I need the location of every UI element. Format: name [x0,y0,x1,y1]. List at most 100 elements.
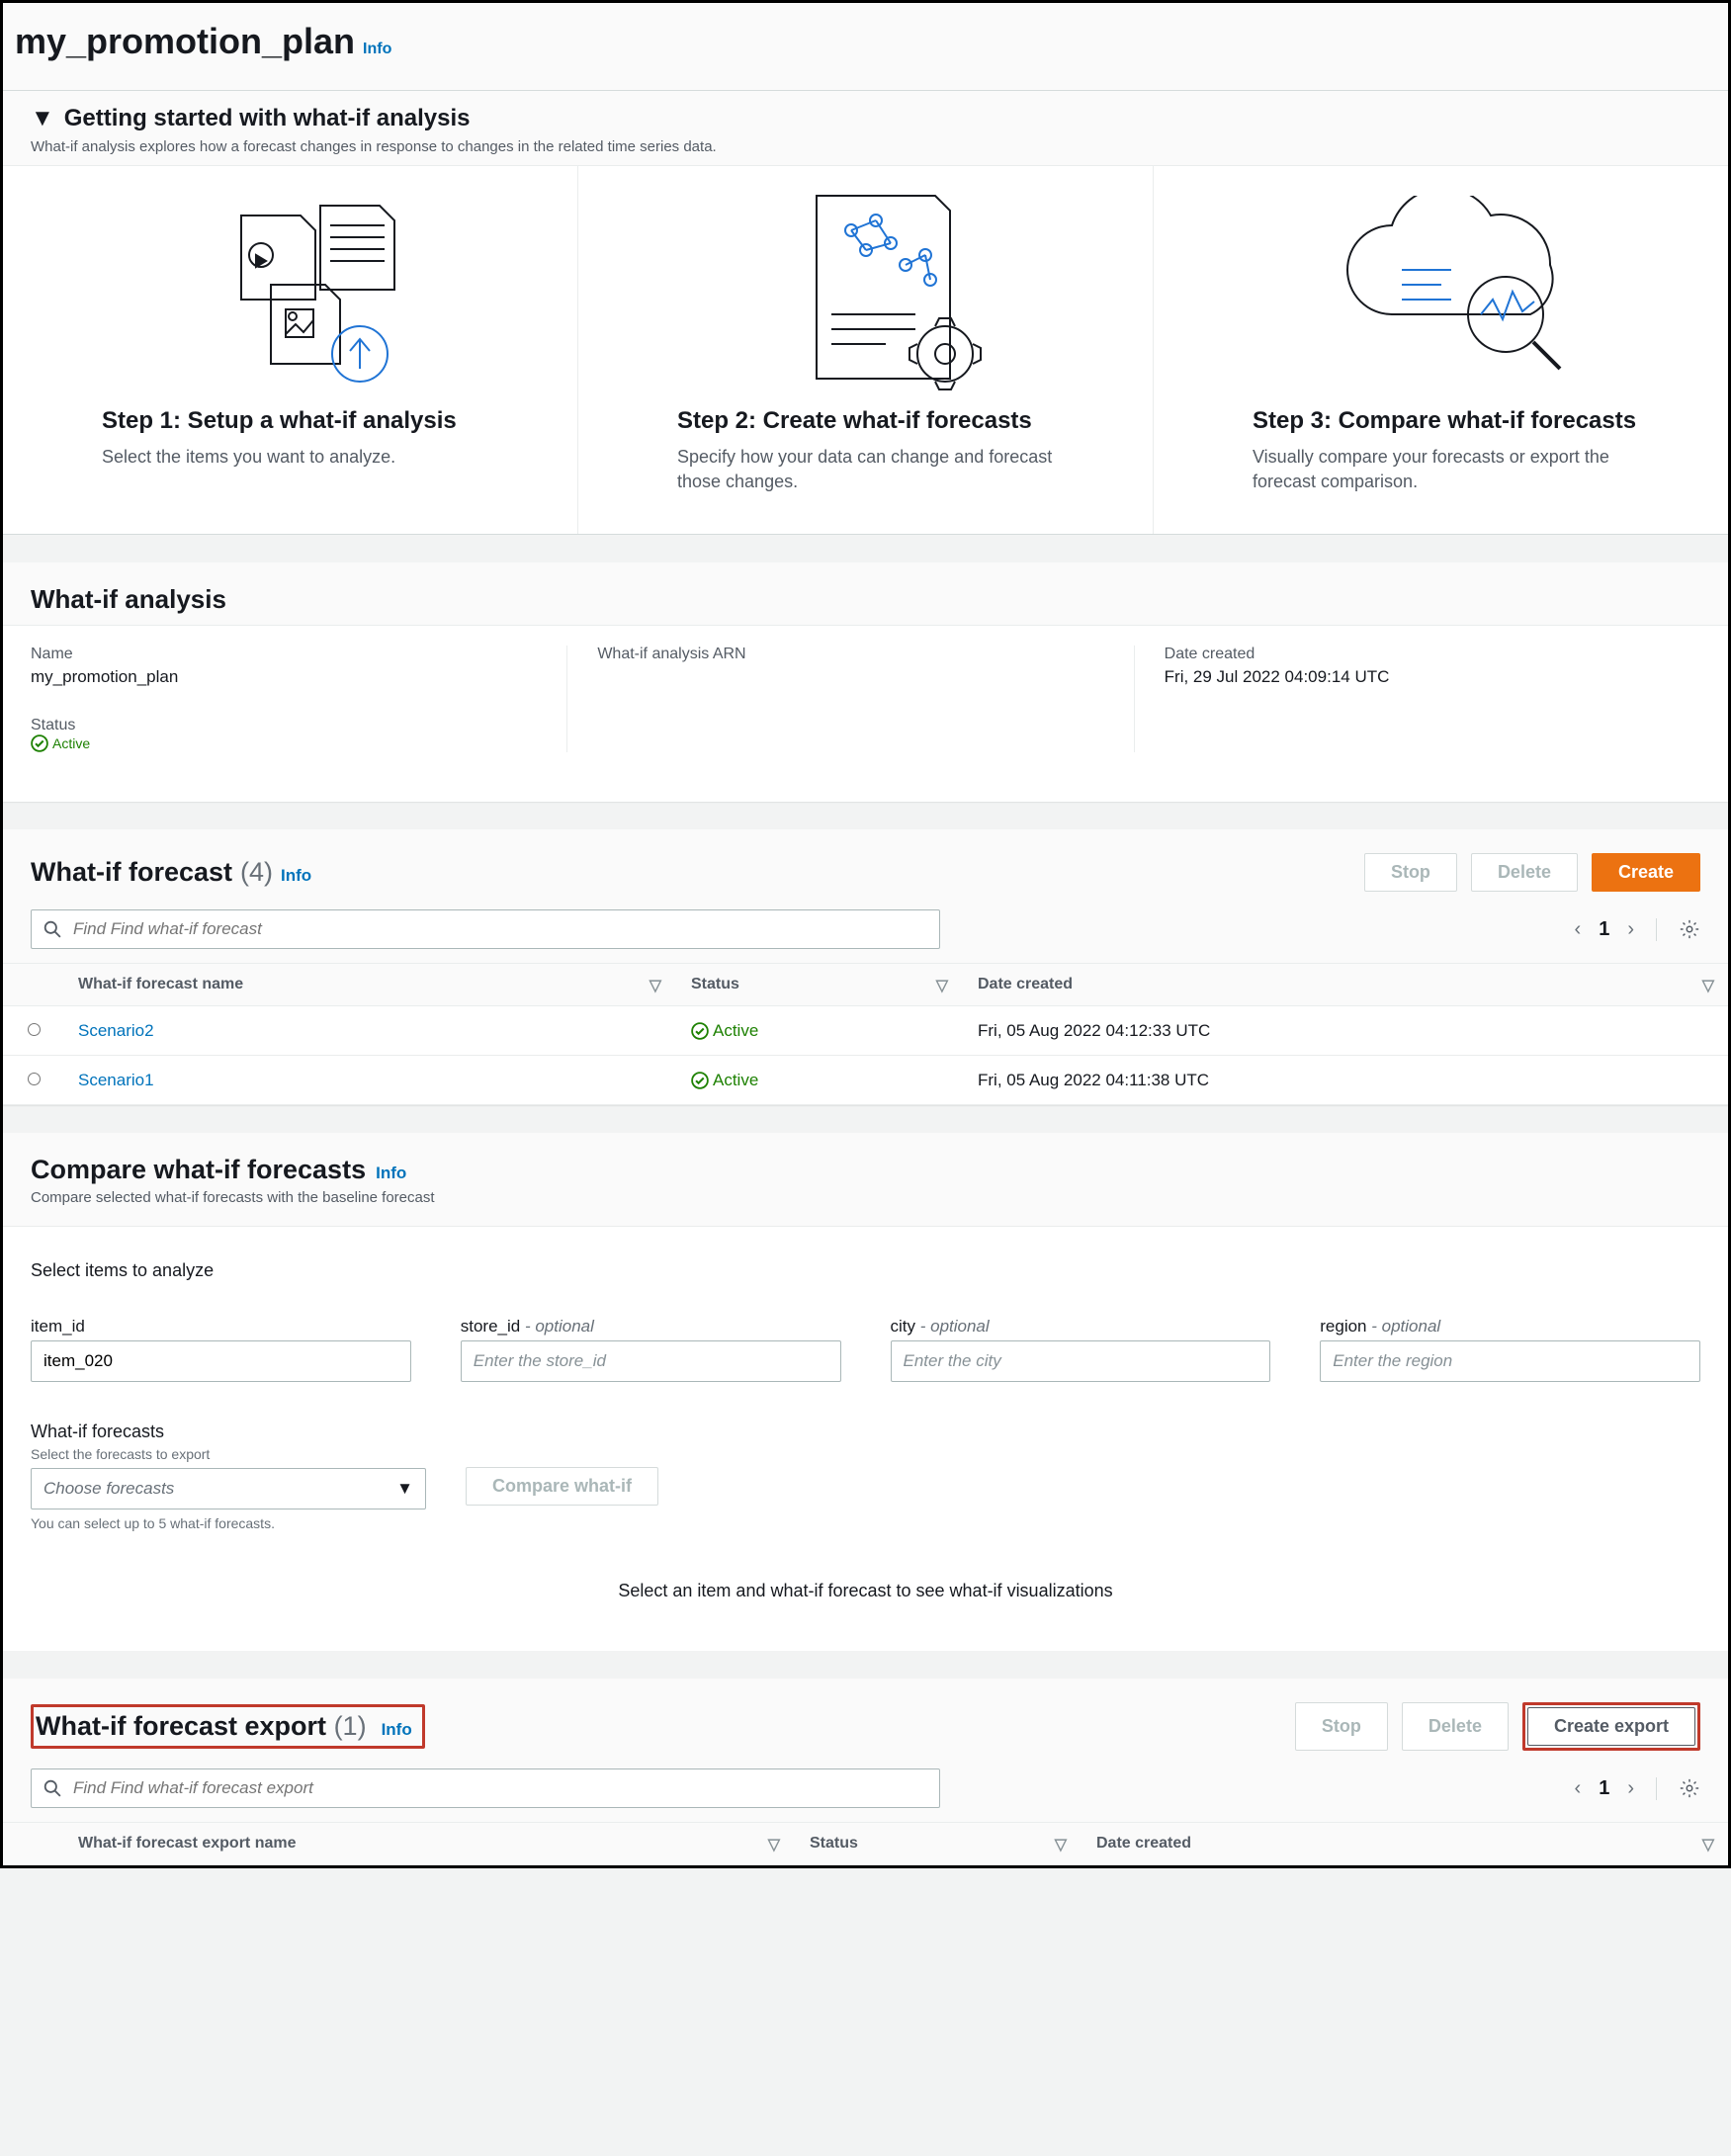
select-items-label: Select items to analyze [31,1260,1700,1281]
settings-icon[interactable] [1679,1777,1700,1799]
row-status: Active [691,1021,946,1041]
step-1: Step 1: Setup a what-if analysis Select … [3,166,578,534]
delete-button[interactable]: Delete [1471,853,1578,892]
step-2-desc: Specify how your data can change and for… [677,445,1093,494]
col-date[interactable]: Date created [978,976,1073,992]
export-col-date[interactable]: Date created [1096,1835,1191,1852]
col-name[interactable]: What-if forecast name [78,976,243,992]
search-icon [43,920,61,938]
row-status: Active [691,1071,946,1090]
store-id-input[interactable] [461,1340,841,1382]
sort-icon[interactable]: ▽ [1702,1835,1714,1854]
search-input[interactable] [71,918,927,940]
step-3-desc: Visually compare your forecasts or expor… [1253,445,1669,494]
step-3-title: Step 3: Compare what-if forecasts [1253,407,1669,435]
create-button[interactable]: Create [1592,853,1700,892]
row-radio[interactable] [28,1073,41,1085]
create-export-button[interactable]: Create export [1527,1707,1695,1746]
export-stop-button[interactable]: Stop [1295,1702,1388,1751]
sort-icon[interactable]: ▽ [649,976,661,995]
row-date: Fri, 05 Aug 2022 04:11:38 UTC [962,1056,1728,1105]
export-delete-button[interactable]: Delete [1402,1702,1509,1751]
export-col-name[interactable]: What-if forecast export name [78,1835,296,1852]
forecast-panel: What-if forecast (4) Info Stop Delete Cr… [3,829,1728,1105]
search-box[interactable] [31,909,940,949]
page-title: my_promotion_plan [15,21,355,62]
export-search-input[interactable] [71,1777,927,1799]
export-col-status[interactable]: Status [810,1835,858,1852]
table-row: Scenario2 Active Fri, 05 Aug 2022 04:12:… [3,1006,1728,1056]
forecast-table: What-if forecast name ▽ Status ▽ Date crea… [3,963,1728,1105]
export-count: (1) [334,1711,367,1741]
analysis-panel: What-if analysis Name my_promotion_plan … [3,562,1728,802]
page-current: 1 [1599,918,1609,941]
date-label: Date created [1165,646,1681,663]
page-header: my_promotion_plan Info [3,3,1728,90]
getting-started-title: Getting started with what-if analysis [64,105,471,132]
row-radio[interactable] [28,1023,41,1036]
next-page-icon[interactable]: › [1627,1777,1634,1800]
forecast-link[interactable]: Scenario2 [78,1021,154,1040]
analysis-header: What-if analysis [3,562,1728,626]
export-table: What-if forecast export name ▽ Status ▽ Da… [3,1822,1728,1865]
chevron-down-icon[interactable]: ▼ [31,105,54,132]
city-input[interactable] [891,1340,1271,1382]
item-id-label: item_id [31,1317,411,1337]
status-label: Status [31,717,547,734]
sort-icon[interactable]: ▽ [1702,976,1714,995]
info-link[interactable]: Info [363,41,391,58]
compare-panel: Compare what-if forecasts Info Compare s… [3,1133,1728,1651]
step-2-title: Step 2: Create what-if forecasts [677,407,1093,435]
item-id-input[interactable] [31,1340,411,1382]
row-date: Fri, 05 Aug 2022 04:12:33 UTC [962,1006,1728,1056]
wif-sub: Select the forecasts to export [31,1446,426,1462]
prev-page-icon[interactable]: ‹ [1575,1777,1582,1800]
viz-placeholder: Select an item and what-if forecast to s… [3,1531,1728,1621]
compare-sub: Compare selected what-if forecasts with … [31,1189,1700,1220]
export-info-link[interactable]: Info [382,1720,412,1739]
step-1-desc: Select the items you want to analyze. [102,445,518,470]
forecasts-dropdown[interactable]: Choose forecasts ▼ [31,1468,426,1509]
forecast-link[interactable]: Scenario1 [78,1071,154,1089]
next-page-icon[interactable]: › [1627,918,1634,941]
settings-icon[interactable] [1679,918,1700,940]
export-panel: What-if forecast export (1) Info Stop De… [3,1679,1728,1865]
col-status[interactable]: Status [691,976,739,992]
arn-label: What-if analysis ARN [597,646,1113,663]
step-1-icon [102,186,518,403]
step-3: Step 3: Compare what-if forecasts Visual… [1154,166,1728,534]
status-value: Active [31,734,547,752]
table-row: Scenario1 Active Fri, 05 Aug 2022 04:11:… [3,1056,1728,1105]
forecast-count: (4) [240,857,273,888]
getting-started-desc: What-if analysis explores how a forecast… [31,138,1700,155]
stop-button[interactable]: Stop [1364,853,1457,892]
check-circle-icon [691,1022,709,1040]
compare-info-link[interactable]: Info [376,1164,406,1183]
sort-icon[interactable]: ▽ [768,1835,780,1854]
sort-icon[interactable]: ▽ [936,976,948,995]
sort-icon[interactable]: ▽ [1055,1835,1067,1854]
date-value: Fri, 29 Jul 2022 04:09:14 UTC [1165,667,1681,687]
forecast-title: What-if forecast [31,857,232,888]
prev-page-icon[interactable]: ‹ [1575,918,1582,941]
export-title: What-if forecast export [36,1711,326,1741]
wif-label: What-if forecasts [31,1422,426,1442]
export-pager: ‹ 1 › [1575,1777,1700,1800]
city-label: city [891,1317,916,1336]
region-label: region [1320,1317,1366,1336]
hint: You can select up to 5 what-if forecasts… [31,1515,426,1531]
store-id-label: store_id [461,1317,520,1336]
export-page-current: 1 [1599,1777,1609,1800]
region-input[interactable] [1320,1340,1700,1382]
compare-button[interactable]: Compare what-if [466,1467,658,1506]
check-circle-icon [31,734,48,752]
pager: ‹ 1 › [1575,918,1700,941]
compare-title: Compare what-if forecasts [31,1155,366,1185]
forecast-info-link[interactable]: Info [281,866,311,886]
export-search-box[interactable] [31,1768,940,1808]
name-label: Name [31,646,547,663]
check-circle-icon [691,1072,709,1089]
name-value: my_promotion_plan [31,667,547,687]
step-1-title: Step 1: Setup a what-if analysis [102,407,518,435]
step-2-icon [677,186,1093,403]
